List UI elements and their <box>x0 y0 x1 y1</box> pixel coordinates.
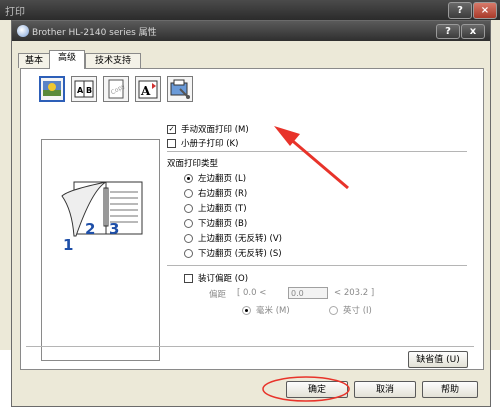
tab-advanced[interactable]: 高级 <box>49 50 85 69</box>
annotation-highlight-ellipse <box>262 376 350 402</box>
annotation-arrow-shaft <box>287 135 349 190</box>
